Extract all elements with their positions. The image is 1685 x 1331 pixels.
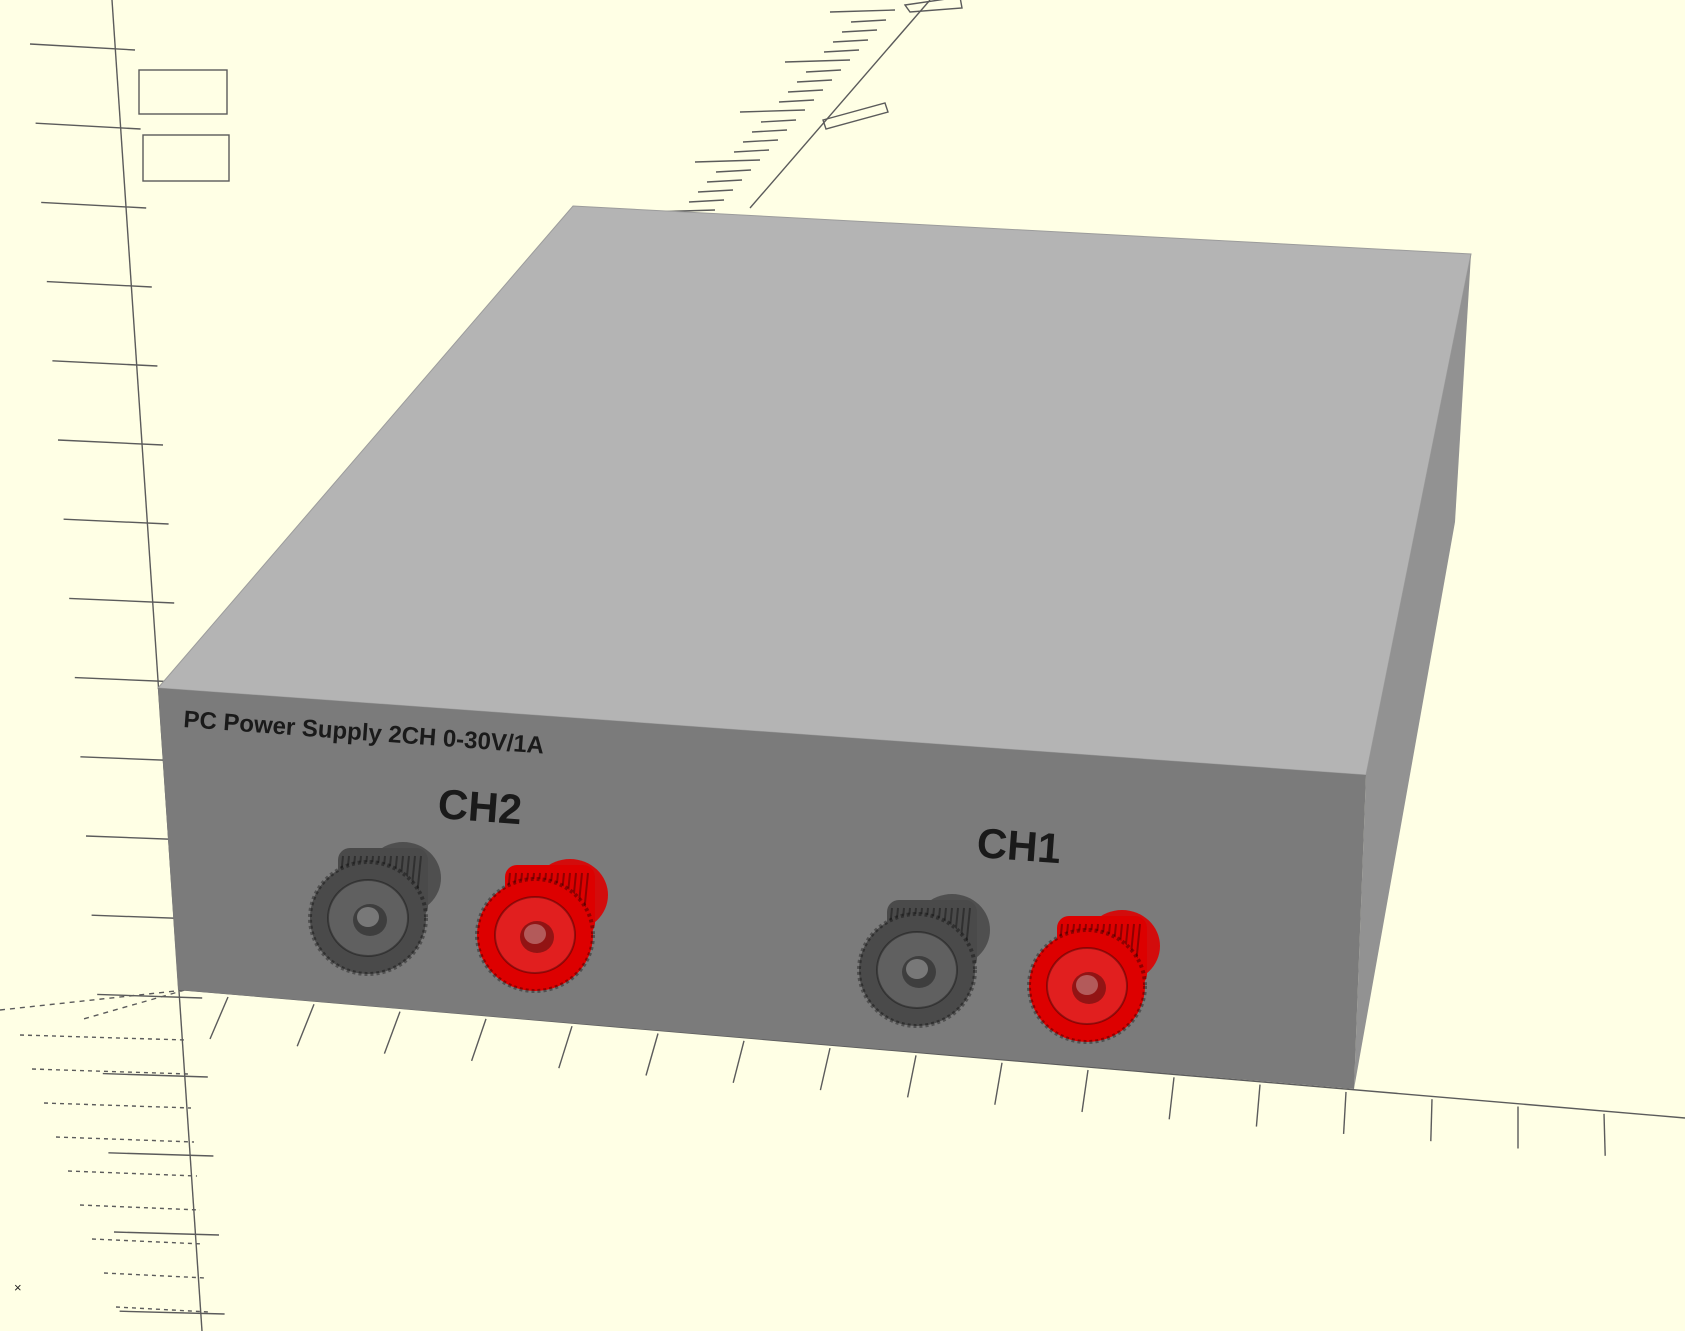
grid-tick bbox=[43, 1102, 192, 1109]
terminal-hole-highlight bbox=[357, 907, 379, 927]
grid-tick bbox=[694, 159, 761, 163]
grid-tick bbox=[102, 1072, 208, 1078]
grid-tick bbox=[645, 1033, 659, 1076]
grid-tick bbox=[832, 39, 869, 43]
grid-tick bbox=[119, 1310, 225, 1315]
axis-digit-box bbox=[903, 0, 963, 13]
grid-tick bbox=[209, 996, 229, 1040]
grid-tick bbox=[697, 189, 734, 193]
grid-tick bbox=[742, 139, 779, 143]
grid-tick bbox=[1342, 1091, 1347, 1134]
axis-digit-box bbox=[822, 102, 889, 130]
grid-tick bbox=[823, 49, 860, 53]
grid-tick bbox=[41, 201, 147, 209]
origin-marker: × bbox=[14, 1280, 22, 1295]
grid-tick bbox=[63, 518, 169, 525]
grid-tick bbox=[732, 1040, 745, 1083]
grid-tick bbox=[558, 1025, 573, 1069]
ch2-label: CH2 bbox=[436, 780, 523, 833]
grid-tick bbox=[819, 1047, 831, 1091]
grid-tick bbox=[79, 1204, 201, 1211]
grid-tick bbox=[1255, 1084, 1261, 1127]
grid-tick bbox=[688, 199, 725, 203]
enclosure-top-face bbox=[156, 205, 1472, 776]
grid-tick bbox=[715, 169, 752, 173]
grid-tick bbox=[296, 1004, 315, 1047]
axis-digit-box bbox=[142, 134, 230, 182]
grid-tick bbox=[91, 1238, 204, 1245]
terminal-hole-highlight bbox=[1076, 975, 1098, 995]
axis-number-glyphs bbox=[138, 0, 963, 182]
grid-tick bbox=[751, 129, 788, 133]
grid-tick bbox=[113, 1231, 220, 1236]
grid-tick bbox=[69, 597, 175, 604]
scene-canvas[interactable]: PC Power Supply 2CH 0-30V/1A CH2 CH1 × bbox=[0, 0, 1685, 1331]
z-axis-negative bbox=[79, 989, 186, 1021]
grid-tick bbox=[706, 179, 743, 183]
grid-tick bbox=[906, 1055, 917, 1098]
z-axis-line-far bbox=[749, 0, 931, 209]
grid-tick bbox=[760, 119, 797, 123]
grid-tick bbox=[67, 1170, 198, 1177]
grid-tick bbox=[470, 1018, 487, 1062]
grid-tick bbox=[733, 149, 770, 153]
grid-tick bbox=[787, 89, 824, 93]
grid-tick bbox=[29, 43, 136, 51]
grid-tick bbox=[35, 122, 141, 130]
x-axis-negative bbox=[0, 989, 186, 1011]
grid-tick bbox=[383, 1011, 401, 1054]
grid-tick bbox=[805, 69, 842, 73]
grid-tick bbox=[841, 29, 878, 33]
grid-tick bbox=[1603, 1113, 1606, 1156]
grid-tick bbox=[1168, 1077, 1175, 1120]
grid-tick bbox=[46, 280, 152, 288]
grid-tick bbox=[778, 99, 815, 103]
power-supply-enclosure: PC Power Supply 2CH 0-30V/1A CH2 CH1 bbox=[156, 205, 1472, 1089]
terminal-hole-highlight bbox=[906, 959, 928, 979]
grid-tick bbox=[55, 1136, 195, 1143]
terminal-hole-highlight bbox=[524, 924, 546, 944]
grid-tick bbox=[796, 79, 833, 83]
grid-tick bbox=[108, 1152, 214, 1157]
grid-tick bbox=[829, 9, 896, 13]
grid-tick bbox=[850, 19, 887, 23]
grid-tick bbox=[19, 1034, 186, 1041]
axis-digit-box bbox=[138, 69, 228, 115]
3d-viewport[interactable]: PC Power Supply 2CH 0-30V/1A CH2 CH1 × bbox=[0, 0, 1685, 1331]
grid-tick bbox=[57, 439, 164, 446]
grid-tick bbox=[739, 109, 806, 113]
grid-tick bbox=[1081, 1069, 1089, 1113]
grid-tick bbox=[103, 1272, 207, 1279]
grid-tick bbox=[52, 360, 158, 367]
grid-tick bbox=[1430, 1099, 1433, 1142]
grid-tick bbox=[784, 59, 851, 63]
ch1-label: CH1 bbox=[975, 819, 1062, 872]
grid-tick bbox=[994, 1062, 1003, 1105]
